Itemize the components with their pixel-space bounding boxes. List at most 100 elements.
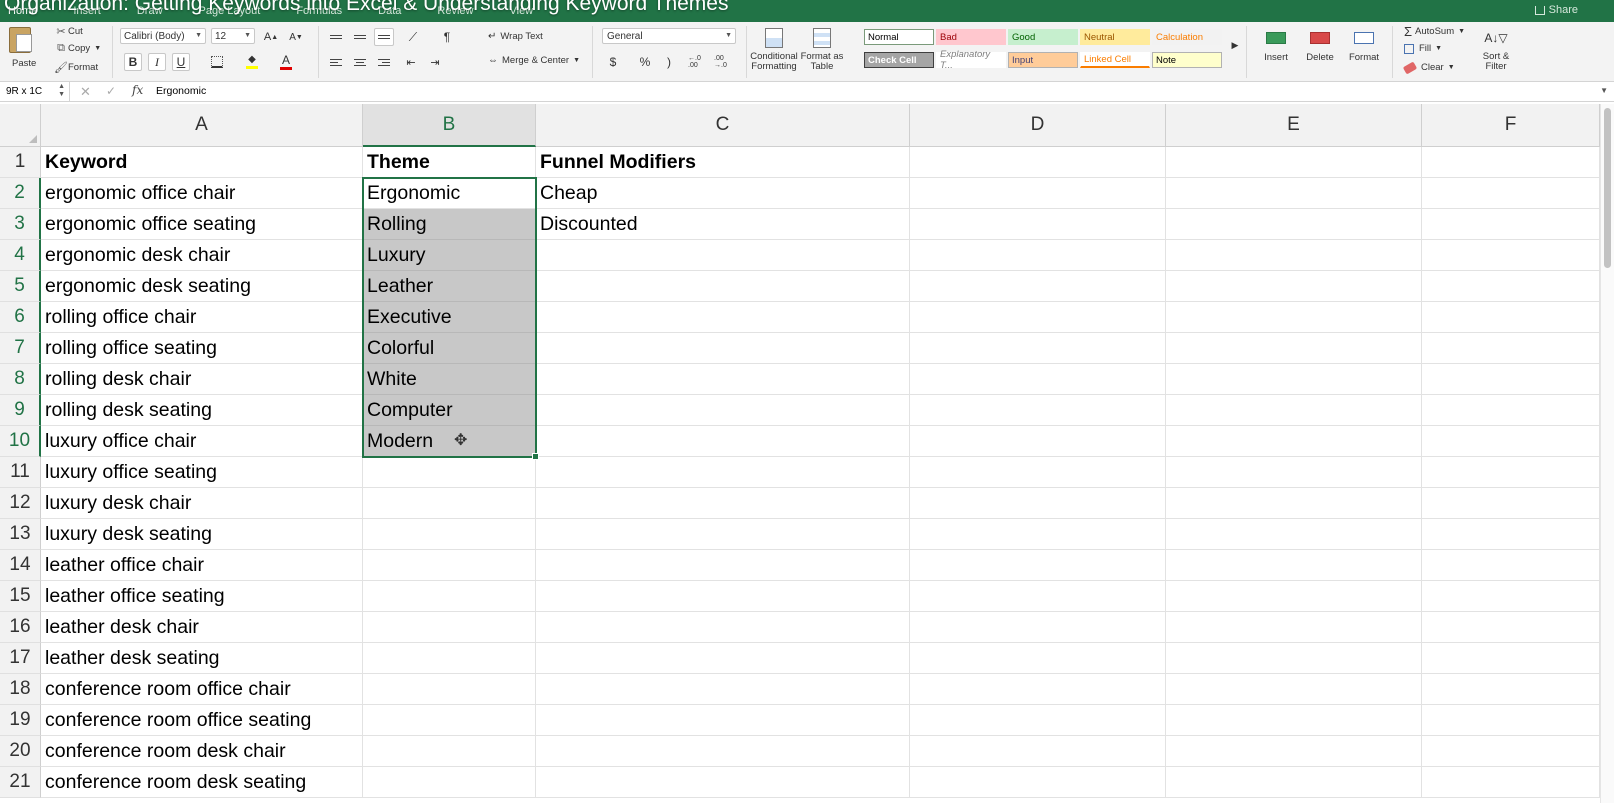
cell-a16[interactable]: leather desk chair [41,612,363,643]
cell-b8[interactable]: White [363,364,536,395]
insert-function-button[interactable]: fx [132,83,143,97]
percent-button[interactable]: % [636,53,654,71]
cell-d2[interactable] [910,178,1166,209]
cell-f11[interactable] [1422,457,1600,488]
cell-c17[interactable] [536,643,910,674]
cell-d16[interactable] [910,612,1166,643]
copy-button[interactable]: ⧉ Copy ▼ [54,42,101,55]
cell-b14[interactable] [363,550,536,581]
cell-f9[interactable] [1422,395,1600,426]
cell-c16[interactable] [536,612,910,643]
cell-a4[interactable]: ergonomic desk chair [41,240,363,271]
cell-c7[interactable] [536,333,910,364]
cell-e17[interactable] [1166,643,1422,674]
comma-style-button[interactable]: ) [660,53,678,71]
align-middle-icon[interactable] [350,28,370,46]
select-all-button[interactable] [0,104,41,147]
cell-style-good[interactable]: Good [1008,29,1078,45]
cell-a8[interactable]: rolling desk chair [41,364,363,395]
cell-f5[interactable] [1422,271,1600,302]
cell-a17[interactable]: leather desk seating [41,643,363,674]
cell-e6[interactable] [1166,302,1422,333]
cell-e8[interactable] [1166,364,1422,395]
paste-button[interactable]: Paste [12,58,36,69]
cell-e1[interactable] [1166,147,1422,178]
cell-c6[interactable] [536,302,910,333]
cell-c14[interactable] [536,550,910,581]
cell-e14[interactable] [1166,550,1422,581]
cell-c4[interactable] [536,240,910,271]
row-header[interactable]: 10 [0,426,41,457]
cell-b11[interactable] [363,457,536,488]
column-header-c[interactable]: C [536,104,910,147]
vertical-scrollbar[interactable] [1600,104,1614,803]
row-header[interactable]: 13 [0,519,41,550]
cell-d7[interactable] [910,333,1166,364]
cell-b4[interactable]: Luxury [363,240,536,271]
cell-c19[interactable] [536,705,910,736]
cell-a1[interactable]: Keyword [41,147,363,178]
column-header-f[interactable]: F [1422,104,1600,147]
conditional-formatting-button[interactable]: Conditional Formatting [750,24,798,72]
cell-f14[interactable] [1422,550,1600,581]
cell-d1[interactable] [910,147,1166,178]
row-header[interactable]: 19 [0,705,41,736]
cell-c10[interactable] [536,426,910,457]
wrap-text-button[interactable]: ↵ Wrap Text [488,31,543,42]
fill-handle[interactable] [532,453,539,460]
row-header[interactable]: 7 [0,333,41,364]
format-cells-button[interactable]: Format [1340,24,1388,63]
cell-e18[interactable] [1166,674,1422,705]
cell-e2[interactable] [1166,178,1422,209]
row-header[interactable]: 16 [0,612,41,643]
bold-button[interactable]: B [124,53,142,71]
cell-a18[interactable]: conference room office chair [41,674,363,705]
cell-a15[interactable]: leather office seating [41,581,363,612]
delete-cells-button[interactable]: Delete [1296,24,1344,63]
row-header[interactable]: 8 [0,364,41,395]
cell-e12[interactable] [1166,488,1422,519]
row-header[interactable]: 15 [0,581,41,612]
cell-d9[interactable] [910,395,1166,426]
cell-style-calculation[interactable]: Calculation [1152,29,1222,45]
cell-d13[interactable] [910,519,1166,550]
row-header[interactable]: 20 [0,736,41,767]
name-box[interactable]: 9R x 1C ▲ ▼ [0,82,70,101]
autosum-button[interactable]: Σ AutoSum ▼ [1404,24,1465,39]
cell-style-explanatory-t[interactable]: Explanatory T... [936,49,1006,71]
cell-a3[interactable]: ergonomic office seating [41,209,363,240]
font-color-icon[interactable]: A [277,53,295,71]
cell-d4[interactable] [910,240,1166,271]
row-header[interactable]: 21 [0,767,41,798]
cell-c12[interactable] [536,488,910,519]
cell-style-bad[interactable]: Bad [936,29,1006,45]
column-header-b[interactable]: B [363,104,536,147]
row-header[interactable]: 17 [0,643,41,674]
sort-filter-button[interactable]: A↓▽ Sort & Filter [1474,24,1518,72]
cell-f20[interactable] [1422,736,1600,767]
cell-d21[interactable] [910,767,1166,798]
cell-f10[interactable] [1422,426,1600,457]
cell-f18[interactable] [1422,674,1600,705]
cell-d14[interactable] [910,550,1166,581]
cell-b19[interactable] [363,705,536,736]
cell-f21[interactable] [1422,767,1600,798]
cell-a5[interactable]: ergonomic desk seating [41,271,363,302]
cell-c5[interactable] [536,271,910,302]
cell-a11[interactable]: luxury office seating [41,457,363,488]
font-name-select[interactable]: Calibri (Body) ▼ [120,28,206,44]
cell-a14[interactable]: leather office chair [41,550,363,581]
cell-e4[interactable] [1166,240,1422,271]
cell-d5[interactable] [910,271,1166,302]
share-button[interactable]: Share [1534,4,1578,16]
cell-b3[interactable]: Rolling [363,209,536,240]
clear-button[interactable]: Clear ▼ [1402,61,1455,74]
align-top-icon[interactable] [326,28,346,46]
align-right-icon[interactable] [374,53,394,71]
row-header[interactable]: 5 [0,271,41,302]
cell-f7[interactable] [1422,333,1600,364]
cell-a13[interactable]: luxury desk seating [41,519,363,550]
cell-b15[interactable] [363,581,536,612]
row-header[interactable]: 2 [0,178,41,209]
cell-b1[interactable]: Theme [363,147,536,178]
